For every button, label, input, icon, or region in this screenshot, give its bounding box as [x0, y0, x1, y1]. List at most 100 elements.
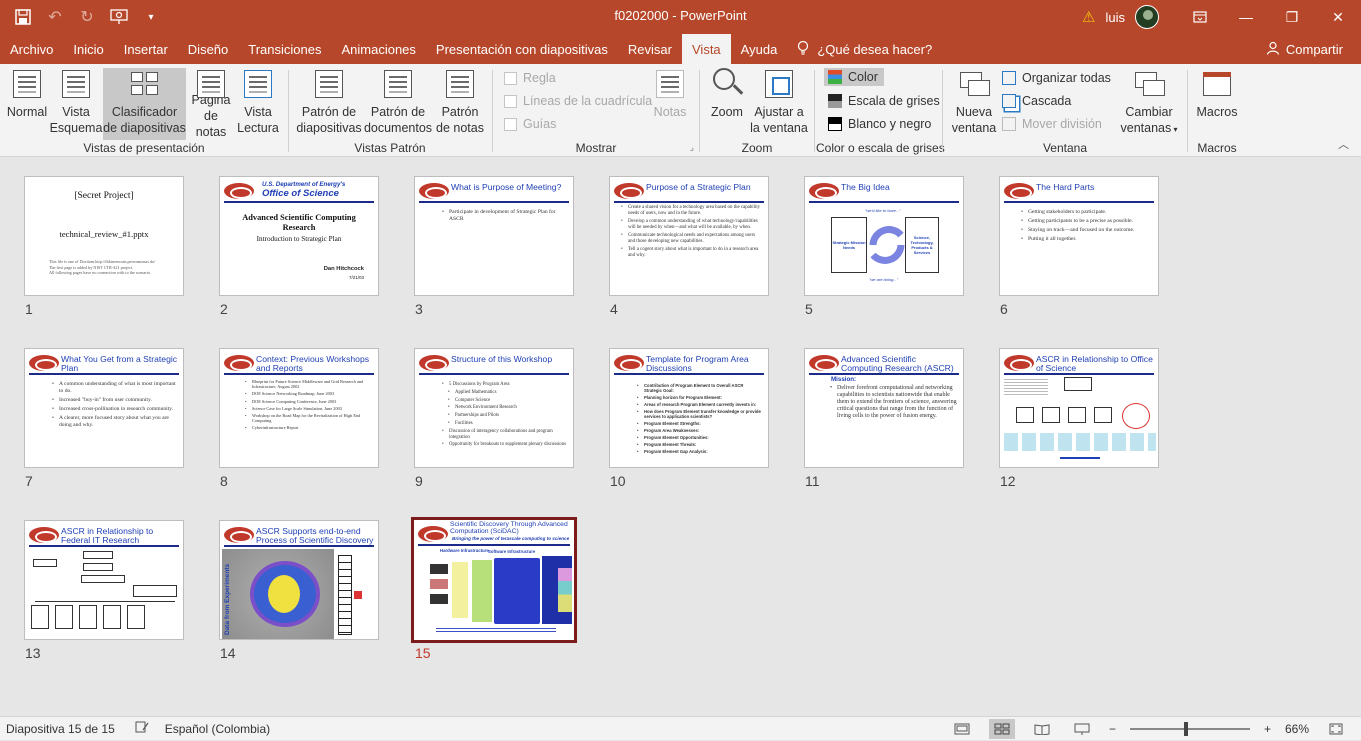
slide-thumbnail-3[interactable]: What is Purpose of Meeting? Participate … [414, 176, 574, 296]
tab-insertar[interactable]: Insertar [114, 34, 178, 64]
ruler-checkbox[interactable]: Regla [504, 71, 556, 85]
group-label-window: Ventana [1042, 141, 1088, 155]
org-box [1016, 407, 1034, 423]
dialog-launcher-icon[interactable]: ⌟ [690, 142, 694, 153]
redo-icon[interactable]: ↻ [72, 2, 102, 32]
zoom-in-button[interactable]: + [1264, 722, 1271, 736]
tab-presentacion[interactable]: Presentación con diapositivas [426, 34, 618, 64]
outline-view-button[interactable]: Vista Esquema [50, 68, 102, 140]
avatar[interactable] [1135, 5, 1159, 29]
separator [699, 70, 700, 152]
new-window-button[interactable]: Nueva ventana [950, 68, 998, 140]
tab-vista[interactable]: Vista [682, 34, 731, 64]
save-icon[interactable] [8, 2, 38, 32]
zoom-slider-handle[interactable] [1183, 722, 1188, 736]
share-button[interactable]: Compartir [1266, 34, 1343, 64]
switch-windows-button[interactable]: Cambiar ventanas ▾ [1120, 68, 1178, 140]
normal-view-button[interactable]: Normal [4, 68, 50, 140]
language[interactable]: Español (Colombia) [165, 722, 270, 736]
header-rule [418, 544, 570, 546]
normal-view-status-icon[interactable] [949, 719, 975, 739]
zoom-out-button[interactable]: − [1109, 722, 1116, 736]
slide-master-icon [313, 68, 345, 100]
zoom-slider[interactable] [1129, 722, 1250, 736]
tab-archivo[interactable]: Archivo [0, 34, 63, 64]
header-rule [224, 545, 374, 547]
reading-view-status-icon[interactable] [1029, 719, 1055, 739]
guides-checkbox[interactable]: Guías [504, 117, 556, 131]
color-button[interactable]: Color [824, 68, 884, 86]
fit-to-window-button[interactable]: Ajustar a la ventana [749, 68, 809, 140]
move-split-button[interactable]: Mover división [1002, 117, 1102, 131]
slide-thumbnail-11[interactable]: Advanced Scientific Computing Research (… [804, 348, 964, 468]
group-window: Nueva ventana Organizar todas Cascada Mo… [944, 64, 1186, 157]
zoom-button[interactable]: Zoom [707, 68, 747, 140]
notes-master-button[interactable]: Patrón de notas [436, 68, 484, 140]
macros-button[interactable]: Macros [1193, 68, 1241, 140]
slide-sorter-button[interactable]: Clasificador de diapositivas [103, 68, 186, 140]
slideshow-status-icon[interactable] [1069, 719, 1095, 739]
fit-slide-icon[interactable] [1323, 719, 1349, 739]
tab-diseno[interactable]: Diseño [178, 34, 238, 64]
tab-animaciones[interactable]: Animaciones [331, 34, 425, 64]
software-column [472, 560, 492, 622]
zoom-level[interactable]: 66% [1285, 722, 1309, 736]
slide-number: 13 [25, 645, 41, 661]
notes-master-icon [444, 68, 476, 100]
warning-icon[interactable]: ⚠ [1082, 8, 1095, 26]
slide-thumbnail-12[interactable]: ASCR in Relationship to Office of Scienc… [999, 348, 1159, 468]
reading-view-button[interactable]: Vista Lectura [236, 68, 280, 140]
collapse-ribbon-icon[interactable]: ︿ [1338, 136, 1349, 152]
black-white-button[interactable]: Blanco y negro [828, 117, 931, 131]
slide-sorter-status-icon[interactable] [988, 719, 1015, 739]
slide-thumbnail-8[interactable]: Context: Previous Workshops and Reports … [219, 348, 379, 468]
slide-thumbnail-6[interactable]: The Hard Parts Getting stakeholders to p… [999, 176, 1159, 296]
tab-ayuda[interactable]: Ayuda [731, 34, 788, 64]
status-bar: Diapositiva 15 de 15 Español (Colombia) … [0, 716, 1361, 740]
slide-number: 6 [1000, 301, 1008, 317]
slide-thumbnail-7[interactable]: What You Get from a Strategic Plan A com… [24, 348, 184, 468]
header-rule [614, 373, 764, 375]
slide-thumbnail-2[interactable]: U.S. Department of Energy's Office of Sc… [219, 176, 379, 296]
slide-thumbnail-4[interactable]: Purpose of a Strategic Plan Create a sha… [609, 176, 769, 296]
arrange-all-button[interactable]: Organizar todas [1002, 71, 1111, 85]
slide-thumbnail-1[interactable]: [Secret Project] technical_review_#1.ppt… [24, 176, 184, 296]
slide-thumbnail-15[interactable]: Scientific Discovery Through Advanced Co… [411, 517, 577, 643]
title-bar: ↶ ↻ ▾ f0202000 - PowerPoint ⚠ luis — ❐ ✕ [0, 0, 1361, 34]
handout-master-button[interactable]: Patrón de documentos [364, 68, 432, 140]
gridlines-checkbox[interactable]: Líneas de la cuadrícula [504, 94, 652, 108]
maximize-button[interactable]: ❐ [1269, 0, 1315, 34]
checkbox-icon [504, 117, 517, 131]
slide-thumbnail-13[interactable]: ASCR in Relationship to Federal IT Resea… [24, 520, 184, 640]
header-rule [29, 545, 179, 547]
notes-button[interactable]: Notas [650, 68, 690, 140]
ribbon-display-icon[interactable] [1177, 0, 1223, 34]
header-rule [809, 201, 959, 203]
grayscale-button[interactable]: Escala de grises [828, 94, 940, 108]
undo-icon[interactable]: ↶ [40, 2, 70, 32]
chevron-down-icon[interactable]: ▾ [136, 2, 166, 32]
slide-thumbnail-10[interactable]: Template for Program Area Discussions Co… [609, 348, 769, 468]
ribbon-vista: Normal Vista Esquema Clasificador de dia… [0, 64, 1361, 157]
spell-check-icon[interactable] [135, 721, 149, 736]
slide-sorter-area[interactable]: [Secret Project] technical_review_#1.ppt… [0, 157, 1361, 716]
tab-transiciones[interactable]: Transiciones [238, 34, 331, 64]
close-button[interactable]: ✕ [1315, 0, 1361, 34]
present-from-start-icon[interactable] [104, 2, 134, 32]
tell-me-box[interactable]: ¿Qué desea hacer? [787, 34, 942, 64]
org-line [35, 601, 175, 602]
notes-page-button[interactable]: Página de notas [188, 68, 234, 140]
minimize-button[interactable]: — [1223, 0, 1269, 34]
slide-thumbnail-9[interactable]: Structure of this Workshop 5 Discussions… [414, 348, 574, 468]
tab-inicio[interactable]: Inicio [63, 34, 113, 64]
slide-thumbnail-14[interactable]: ASCR Supports end-to-end Process of Scie… [219, 520, 379, 640]
slide-master-button[interactable]: Patrón de diapositivas [296, 68, 362, 140]
notes-icon [654, 68, 686, 100]
tab-revisar[interactable]: Revisar [618, 34, 682, 64]
slide-thumbnail-5[interactable]: The Big Idea "we'd like to have..." Stra… [804, 176, 964, 296]
slide-number: 1 [25, 301, 33, 317]
hardware-column [452, 562, 468, 618]
cascade-button[interactable]: Cascada [1002, 94, 1071, 108]
org-box [127, 605, 145, 629]
user-name[interactable]: luis [1105, 10, 1125, 25]
